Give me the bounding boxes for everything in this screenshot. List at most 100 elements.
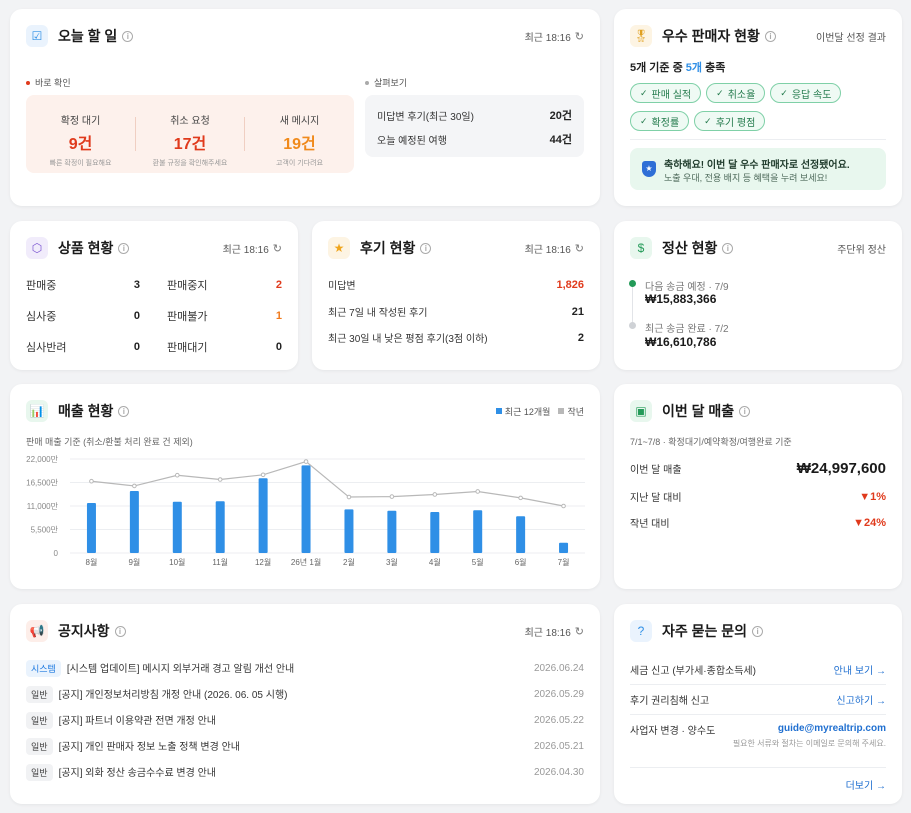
review-box: 미답변 후기(최근 30일) 20건 오늘 예정된 여행 44건 bbox=[365, 95, 584, 157]
x-tick-label: 6월 bbox=[515, 557, 527, 567]
x-tick-label: 12월 bbox=[255, 557, 271, 567]
last-year-point bbox=[475, 489, 481, 494]
last-year-point bbox=[89, 478, 94, 484]
urgent-item[interactable]: 새 메시지 19건 고객이 기다려요 bbox=[245, 95, 354, 173]
last-year-point bbox=[389, 494, 395, 499]
info-icon[interactable]: i bbox=[752, 625, 764, 637]
review-label: 살펴보기 bbox=[374, 78, 408, 88]
last-year-point bbox=[303, 459, 309, 464]
check-icon: ✓ bbox=[640, 87, 648, 98]
refresh-icon[interactable]: ↻ bbox=[575, 30, 584, 43]
sales-bar bbox=[559, 542, 569, 553]
month-row: 이번 달 매출 ₩24,997,600 bbox=[630, 460, 886, 477]
notice-item[interactable]: 일반 [공지] 외화 정산 송금수수료 변경 안내 2026.04.30 bbox=[26, 764, 584, 781]
card-title: 자주 묻는 문의 bbox=[662, 623, 748, 639]
x-tick-label: 26년 1월 bbox=[291, 557, 321, 567]
sales-bar bbox=[129, 491, 139, 553]
sales-bar bbox=[301, 465, 311, 553]
review-stat-row[interactable]: 미답변 1,826 bbox=[328, 277, 584, 293]
faq-link[interactable]: 안내 보기 → bbox=[834, 662, 886, 677]
card-title: 상품 현황 bbox=[58, 240, 114, 256]
review-stat-row[interactable]: 최근 7일 내 작성된 후기 21 bbox=[328, 304, 584, 320]
settlement-cycle: 주단위 정산 bbox=[837, 244, 886, 256]
info-icon[interactable]: i bbox=[122, 30, 134, 42]
updated-time: 최근 18:16 bbox=[222, 244, 269, 256]
medal-icon: 🎖 bbox=[630, 25, 652, 47]
notice-card: 📢 공지사항 i 최근 18:16 ↻ 시스템 [시스템 업데이트] 메시지 외부거… bbox=[10, 604, 600, 804]
urgent-item[interactable]: 확정 대기 9건 빠른 확정이 필요해요 bbox=[26, 95, 135, 173]
contact-email-link[interactable]: guide@myrealtrip.com bbox=[778, 723, 886, 734]
green-dot-icon bbox=[629, 280, 636, 287]
info-icon[interactable]: i bbox=[420, 242, 432, 254]
more-link[interactable]: 더보기 → bbox=[846, 777, 886, 792]
sales-chart: 0 5,500만 11,000만 16,500만 22,000만 8월 9월 10월 11월 12… bbox=[26, 455, 585, 567]
red-dot-icon bbox=[26, 80, 30, 85]
notice-item[interactable]: 시스템 [시스템 업데이트] 메시지 외부거래 경고 알림 개선 안내 2026.0… bbox=[26, 660, 584, 677]
money-icon: $ bbox=[630, 237, 652, 259]
info-icon[interactable]: i bbox=[722, 242, 734, 254]
info-icon[interactable]: i bbox=[739, 405, 751, 417]
seller-period: 이번달 선정 결과 bbox=[816, 32, 886, 44]
congrats-banner: ★ 축하해요! 이번 달 우수 판매자로 선정됐어요. 노출 우대, 전용 배지… bbox=[630, 148, 886, 190]
updated-time: 최근 18:16 bbox=[524, 244, 571, 256]
info-icon[interactable]: i bbox=[114, 625, 126, 637]
notice-item[interactable]: 일반 [공지] 개인 판매자 정보 노출 정책 변경 안내 2026.05.21 bbox=[26, 738, 584, 755]
criteria-chip: ✓ 확정률 bbox=[630, 111, 690, 131]
criteria-chips: ✓ 판매 실적 ✓ 취소율 ✓ 응답 속도 ✓ 확정률 ✓ 후기 평점 bbox=[630, 83, 892, 139]
info-icon[interactable]: i bbox=[764, 30, 776, 42]
review-row[interactable]: 오늘 예정된 여행 44건 bbox=[377, 131, 572, 147]
urgent-label: 바로 확인 bbox=[35, 78, 71, 88]
faq-card: ? 자주 묻는 문의 i 세금 신고 (부가세·종합소득세) 안내 보기 → 후기… bbox=[614, 604, 902, 804]
last-year-point bbox=[260, 472, 266, 478]
card-title: 후기 현황 bbox=[360, 240, 416, 256]
month-row: 작년 대비 ▼24% bbox=[630, 516, 886, 531]
refresh-icon[interactable]: ↻ bbox=[273, 242, 282, 255]
notice-item[interactable]: 일반 [공지] 개인정보처리방침 개정 안내 (2026. 06. 05 시행) 2… bbox=[26, 686, 584, 703]
checklist-icon: ☑ bbox=[26, 25, 48, 47]
criteria-chip: ✓ 후기 평점 bbox=[694, 111, 766, 131]
product-row[interactable]: 판매대기 0 bbox=[167, 339, 282, 355]
last-year-point bbox=[346, 494, 352, 500]
notice-item[interactable]: 일반 [공지] 파트너 이용약관 전면 개정 안내 2026.05.22 bbox=[26, 712, 584, 729]
product-row[interactable]: 심사반려 0 bbox=[26, 339, 140, 355]
info-icon[interactable]: i bbox=[118, 242, 130, 254]
question-icon: ? bbox=[630, 620, 652, 642]
criteria-summary: 5개 기준 중 5개 충족 bbox=[630, 62, 726, 74]
wallet-icon: ▣ bbox=[630, 400, 652, 422]
sales-card: 📊 매출 현황 i 최근 12개월 작년 판매 매출 기준 (취소/환불 처리 … bbox=[10, 384, 600, 589]
x-tick-label: 4월 bbox=[429, 557, 441, 567]
product-row[interactable]: 심사중 0 bbox=[26, 308, 140, 324]
month-row: 지난 달 대비 ▼1% bbox=[630, 490, 886, 505]
urgent-item[interactable]: 취소 요청 17건 환불 규정을 확인해주세요 bbox=[136, 95, 244, 173]
x-tick-label: 5월 bbox=[472, 557, 484, 567]
product-row[interactable]: 판매불가 1 bbox=[167, 308, 282, 324]
review-row[interactable]: 미답변 후기(최근 30일) 20건 bbox=[377, 107, 572, 123]
last-year-line bbox=[91, 460, 564, 507]
urgent-box: 확정 대기 9건 빠른 확정이 필요해요 취소 요청 17건 환불 규정을 확인… bbox=[26, 95, 354, 173]
shield-star-icon: ★ bbox=[642, 161, 656, 177]
contact-label: 사업자 변경 · 양수도 bbox=[630, 726, 716, 737]
refresh-icon[interactable]: ↻ bbox=[575, 625, 584, 638]
x-tick-label: 7월 bbox=[558, 557, 570, 567]
check-icon: ✓ bbox=[704, 115, 712, 126]
last-year-point bbox=[518, 495, 523, 501]
product-row[interactable]: 판매중 3 bbox=[26, 277, 140, 293]
y-tick-label: 22,000만 bbox=[26, 455, 58, 464]
check-icon: ✓ bbox=[716, 87, 724, 98]
sales-bar bbox=[387, 510, 397, 553]
updated-time: 최근 18:16 bbox=[524, 627, 571, 639]
settlement-card: $ 정산 현황 i 주단위 정산 다음 송금 예정 · 7/9 ₩15,883,… bbox=[614, 221, 902, 370]
faq-item: 세금 신고 (부가세·종합소득세) 안내 보기 → bbox=[630, 662, 886, 677]
x-tick-label: 11월 bbox=[212, 557, 228, 567]
refresh-icon[interactable]: ↻ bbox=[575, 242, 584, 255]
last-year-point bbox=[217, 477, 223, 482]
product-row[interactable]: 판매중지 2 bbox=[167, 277, 282, 293]
review-stat-row[interactable]: 최근 30일 내 낮은 평점 후기(3점 이하) 2 bbox=[328, 330, 584, 346]
box-icon: ⬡ bbox=[26, 237, 48, 259]
faq-link[interactable]: 신고하기 → bbox=[836, 692, 886, 707]
seller-card: 🎖 우수 판매자 현황 i 이번달 선정 결과 5개 기준 중 5개 충족 ✓ 판… bbox=[614, 9, 902, 206]
today-card: ☑ 오늘 할 일 i 최근 18:16 ↻ 바로 확인 확정 대기 9건 빠른 확… bbox=[10, 9, 600, 206]
x-tick-label: 9월 bbox=[128, 557, 140, 567]
sales-bar bbox=[215, 501, 225, 553]
month-sales-card: ▣ 이번 달 매출 i 7/1~7/8 · 확정대기/예약확정/여행완료 기준 … bbox=[614, 384, 902, 589]
